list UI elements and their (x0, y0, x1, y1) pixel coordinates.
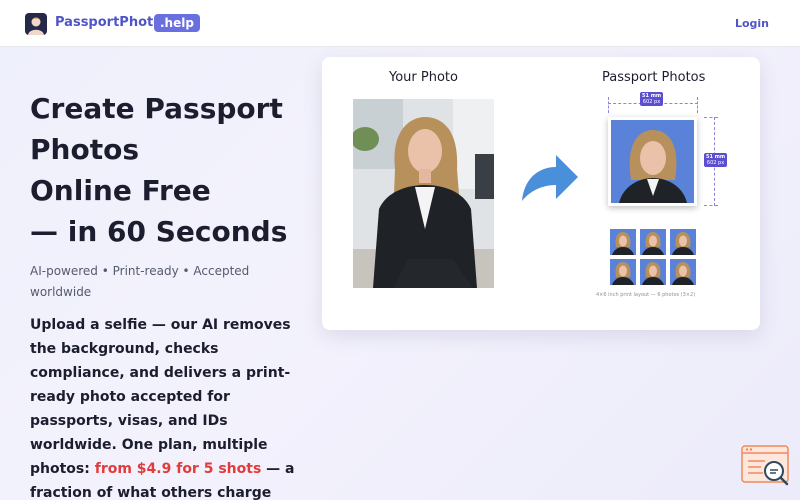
original-photo (353, 99, 494, 288)
height-guide-tick-bottom (704, 205, 718, 206)
preview-card: Your Photo Passport Photos 51 mm 602 px (322, 57, 760, 330)
description-text: Upload a selfie — our AI removes the bac… (30, 317, 291, 477)
print-layout-caption: 4×6 inch print layout — 6 photos (3×2) (596, 292, 696, 298)
hero-title-line: — in 60 Seconds (30, 215, 288, 248)
your-photo-label: Your Photo (389, 70, 458, 85)
logo-text[interactable]: PassportPhoto (55, 15, 162, 30)
logo-badge[interactable]: .help (154, 14, 200, 32)
top-nav-bar: PassportPhoto .help Login (0, 0, 800, 47)
price-highlight: from $4.9 for 5 shots (94, 461, 262, 477)
height-dimension-badge: 51 mm 602 px (704, 153, 728, 167)
hero-title-line: Online Free (30, 174, 211, 207)
hero-title: Create Passport Photos Online Free — in … (30, 88, 310, 252)
logo-icon[interactable] (25, 13, 47, 35)
width-guide-tick-right (697, 97, 698, 113)
width-dimension-badge: 51 mm 602 px (640, 92, 664, 106)
height-px: 602 px (706, 160, 725, 166)
print-thumbnail (610, 229, 636, 255)
height-guide-tick-top (704, 117, 718, 118)
print-thumbnail (670, 229, 696, 255)
login-link[interactable]: Login (735, 17, 769, 30)
hero-title-line: Photos (30, 133, 139, 166)
print-thumbnail (670, 259, 696, 285)
print-layout-grid (610, 229, 697, 285)
width-guide-tick-left (608, 97, 609, 113)
print-thumbnail (610, 259, 636, 285)
passport-photos-label: Passport Photos (602, 70, 706, 85)
width-px: 602 px (642, 99, 661, 105)
print-thumbnail (640, 259, 666, 285)
hero-description: Upload a selfie — our AI removes the bac… (30, 313, 300, 500)
curved-arrow-right-icon (520, 153, 580, 209)
hero-tagline: AI-powered • Print-ready • Accepted worl… (30, 264, 250, 299)
print-thumbnail (640, 229, 666, 255)
hero-title-line: Create Passport (30, 92, 283, 125)
help-search-icon[interactable] (741, 445, 791, 487)
passport-photo-preview (608, 117, 697, 206)
